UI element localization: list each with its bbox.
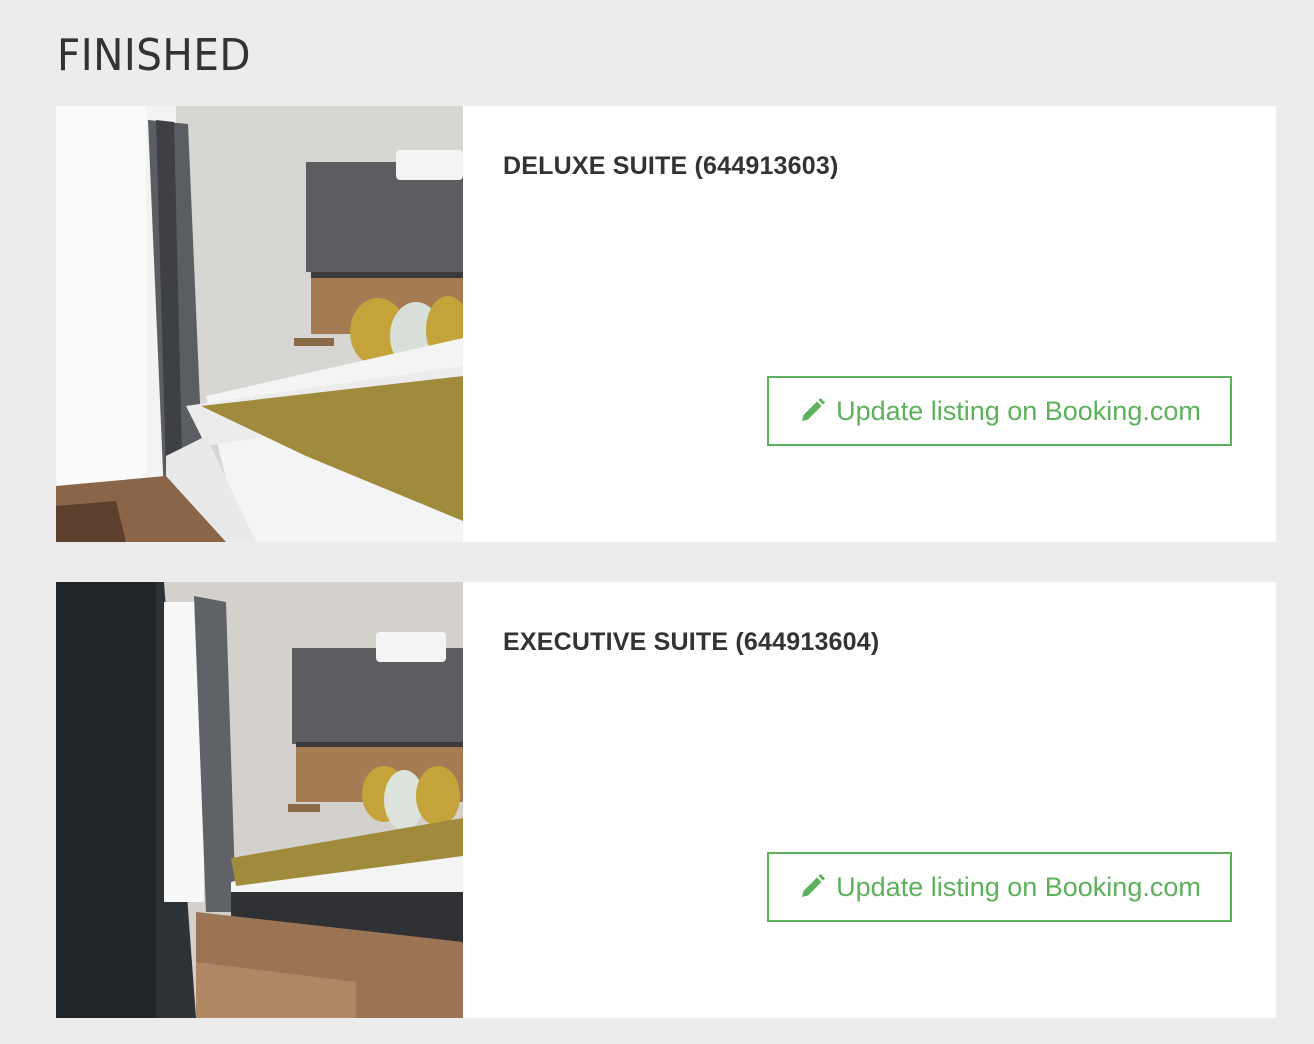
room-card: DELUXE SUITE (644913603) Update listing … [56,106,1276,542]
room-card: EXECUTIVE SUITE (644913604) Update listi… [56,582,1276,1018]
update-listing-label: Update listing on Booking.com [836,395,1201,426]
page: FINISHED DELUXE SUITE (644913603) Update… [0,0,1314,1044]
pencil-icon [802,398,826,421]
pencil-icon [802,874,826,897]
room-photo[interactable] [56,582,463,1018]
room-info: EXECUTIVE SUITE (644913604) Update listi… [463,582,1276,1018]
room-title: EXECUTIVE SUITE (644913604) [503,628,880,656]
room-title: DELUXE SUITE (644913603) [503,152,839,180]
update-listing-button[interactable]: Update listing on Booking.com [767,852,1232,922]
section-title: FINISHED [57,30,252,81]
room-info: DELUXE SUITE (644913603) Update listing … [463,106,1276,542]
update-listing-label: Update listing on Booking.com [836,871,1201,902]
room-photo[interactable] [56,106,463,542]
update-listing-button[interactable]: Update listing on Booking.com [767,376,1232,446]
